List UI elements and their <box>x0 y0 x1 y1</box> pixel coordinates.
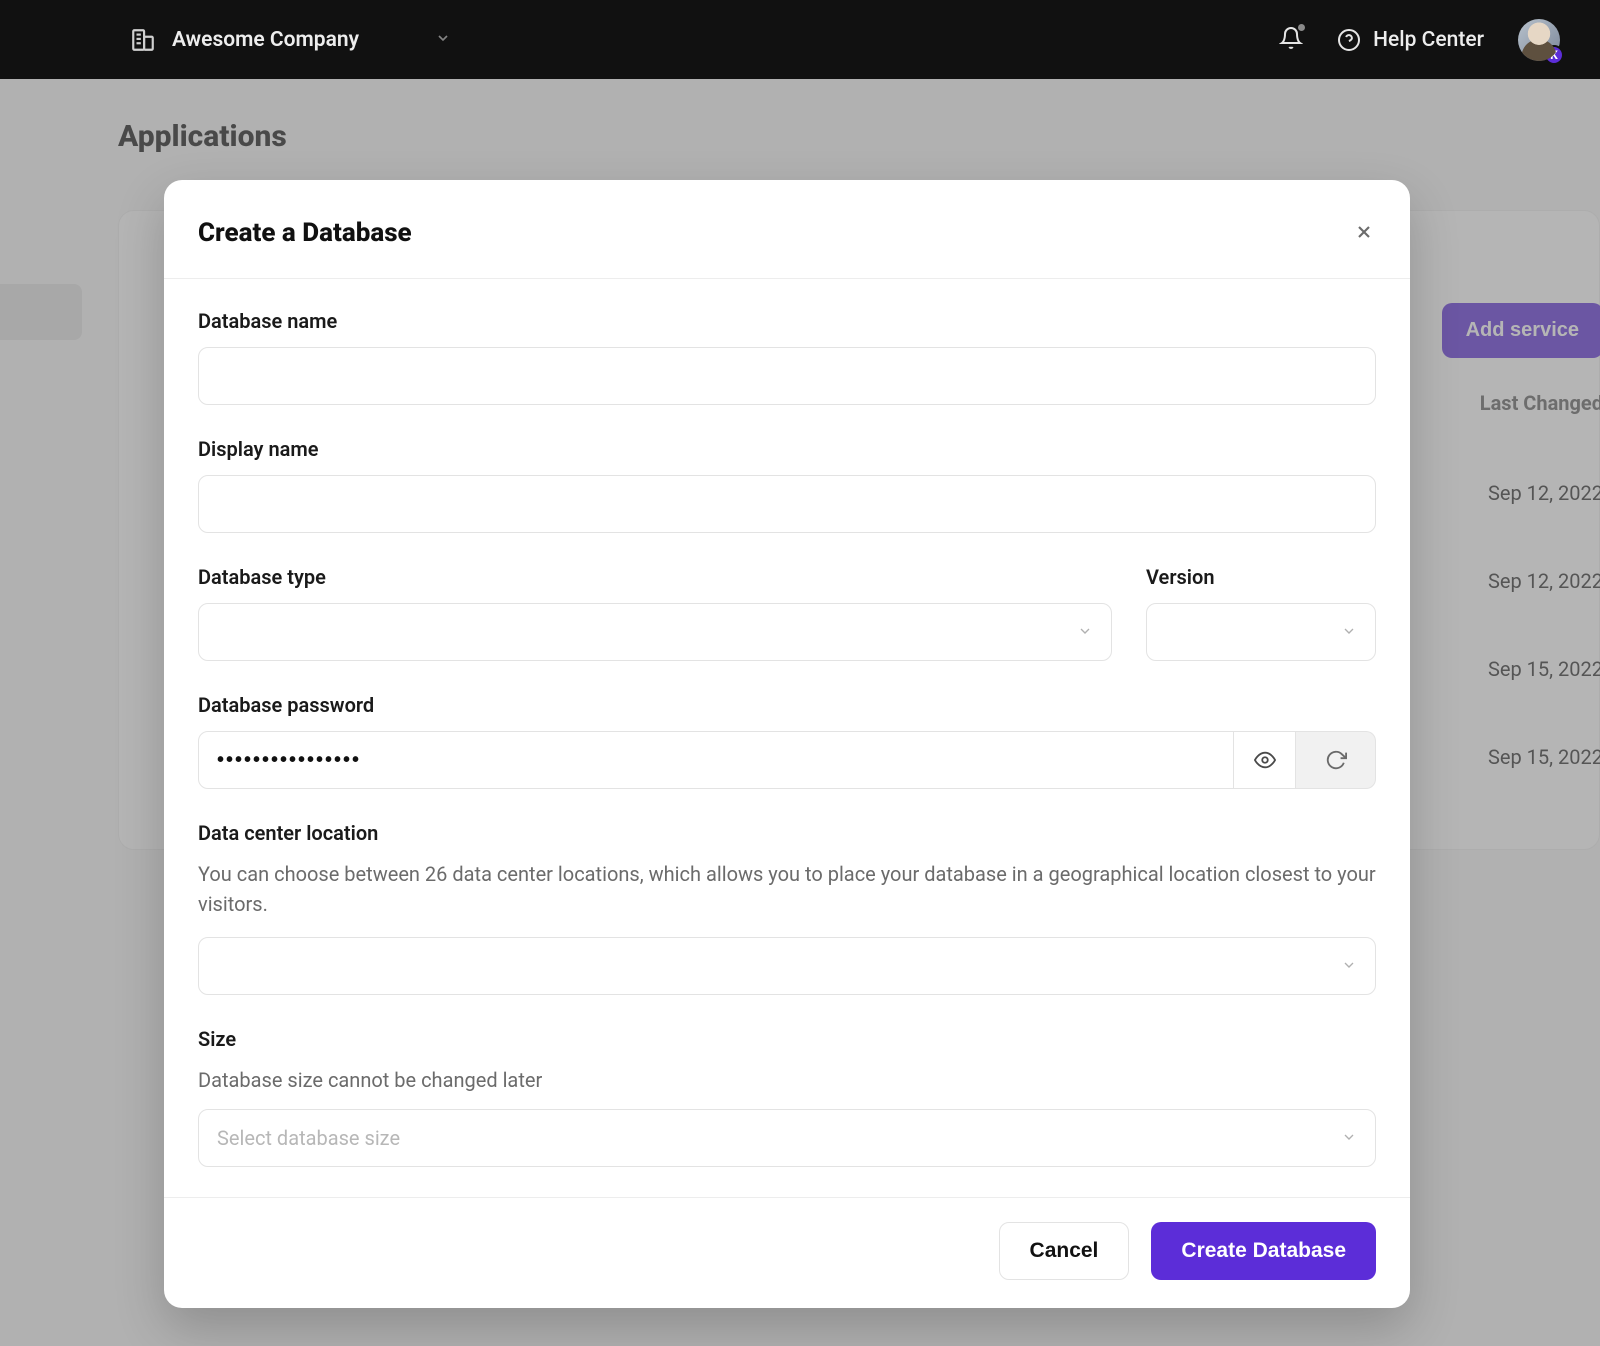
database-type-label: Database type <box>198 565 1112 589</box>
size-helper-text: Database size cannot be changed later <box>198 1065 1376 1095</box>
help-center-label: Help Center <box>1373 28 1484 52</box>
size-select[interactable]: Select database size <box>198 1109 1376 1167</box>
eye-icon <box>1254 749 1276 771</box>
datacenter-helper-text: You can choose between 26 data center lo… <box>198 859 1376 919</box>
cancel-button[interactable]: Cancel <box>999 1222 1130 1280</box>
close-button[interactable] <box>1352 221 1376 245</box>
modal-title: Create a Database <box>198 218 1352 248</box>
help-circle-icon <box>1337 28 1361 52</box>
company-name: Awesome Company <box>172 28 359 52</box>
chevron-down-icon <box>1341 620 1357 644</box>
display-name-label: Display name <box>198 437 1376 461</box>
chevron-down-icon <box>435 30 451 50</box>
datacenter-location-select[interactable] <box>198 937 1376 995</box>
company-selector[interactable]: Awesome Company <box>130 27 451 53</box>
create-database-button[interactable]: Create Database <box>1151 1222 1376 1280</box>
database-password-label: Database password <box>198 693 1376 717</box>
database-name-input[interactable] <box>198 347 1376 405</box>
refresh-icon <box>1325 749 1347 771</box>
avatar[interactable]: K <box>1518 19 1560 61</box>
create-database-modal: Create a Database Database name Display … <box>164 180 1410 1308</box>
notification-dot-icon <box>1298 24 1305 31</box>
version-label: Version <box>1146 565 1376 589</box>
version-select[interactable] <box>1146 603 1376 661</box>
size-placeholder: Select database size <box>217 1126 400 1150</box>
size-label: Size <box>198 1027 1376 1051</box>
topbar-right: Help Center K <box>1279 19 1560 61</box>
help-center-link[interactable]: Help Center <box>1337 28 1484 52</box>
database-name-label: Database name <box>198 309 1376 333</box>
datacenter-location-label: Data center location <box>198 821 1376 845</box>
topbar: Awesome Company Help Center K <box>0 0 1600 79</box>
chevron-down-icon <box>1077 620 1093 644</box>
modal-header: Create a Database <box>164 180 1410 279</box>
modal-body: Database name Display name Database type… <box>164 279 1410 1197</box>
close-icon <box>1354 222 1374 242</box>
building-icon <box>130 27 156 53</box>
database-type-select[interactable] <box>198 603 1112 661</box>
modal-footer: Cancel Create Database <box>164 1197 1410 1308</box>
password-visibility-toggle[interactable] <box>1234 731 1296 789</box>
notifications-button[interactable] <box>1279 26 1303 54</box>
password-regenerate-button[interactable] <box>1296 731 1376 789</box>
chevron-down-icon <box>1341 954 1357 978</box>
avatar-badge: K <box>1544 45 1564 65</box>
display-name-input[interactable] <box>198 475 1376 533</box>
chevron-down-icon <box>1341 1126 1357 1150</box>
database-password-input[interactable] <box>198 731 1234 789</box>
